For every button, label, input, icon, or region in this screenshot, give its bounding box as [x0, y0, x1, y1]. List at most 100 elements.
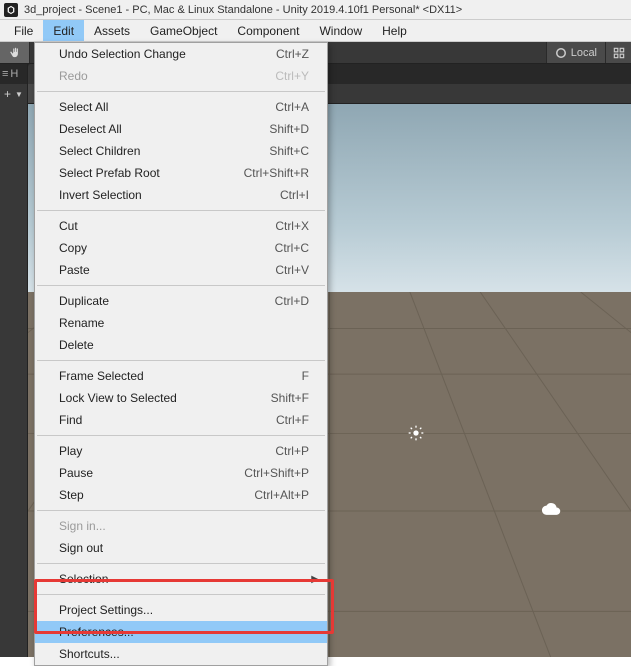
menu-item-label: Play [59, 444, 82, 458]
menu-separator [37, 210, 325, 211]
menu-separator [37, 563, 325, 564]
menu-item-undo-selection-change[interactable]: Undo Selection Change Ctrl+Z [35, 43, 327, 65]
edit-menu-dropdown: Undo Selection Change Ctrl+Z Redo Ctrl+Y Sel… [34, 42, 328, 666]
menu-gameobject[interactable]: GameObject [140, 20, 227, 41]
menu-item-shortcut: Ctrl+V [275, 263, 309, 277]
menu-item-label: Select All [59, 100, 108, 114]
menu-item-deselect-all[interactable]: Deselect All Shift+D [35, 118, 327, 140]
menu-item-label: Copy [59, 241, 87, 255]
hand-tool[interactable] [0, 42, 30, 63]
menu-item-paste[interactable]: Paste Ctrl+V [35, 259, 327, 281]
menu-item-play[interactable]: Play Ctrl+P [35, 440, 327, 462]
menu-separator [37, 594, 325, 595]
titlebar: 3d_project - Scene1 - PC, Mac & Linux St… [0, 0, 631, 20]
menu-item-shortcuts[interactable]: Shortcuts... [35, 643, 327, 665]
window-title: 3d_project - Scene1 - PC, Mac & Linux St… [24, 4, 462, 16]
menu-item-shortcut: Shift+F [271, 391, 309, 405]
hierarchy-tab[interactable]: ≡ H [0, 64, 27, 84]
menu-edit[interactable]: Edit [43, 20, 84, 41]
create-button[interactable]: + [4, 87, 11, 101]
menubar: FileEditAssetsGameObjectComponentWindowH… [0, 20, 631, 42]
menu-item-rename[interactable]: Rename [35, 312, 327, 334]
menu-item-lock-view-to-selected[interactable]: Lock View to Selected Shift+F [35, 387, 327, 409]
menu-item-label: Sign out [59, 541, 103, 555]
menu-item-shortcut: Ctrl+Shift+P [244, 466, 309, 480]
menu-item-label: Selection [59, 572, 108, 586]
menu-item-label: Select Prefab Root [59, 166, 160, 180]
menu-item-label: Undo Selection Change [59, 47, 186, 61]
menu-item-shortcut: Ctrl+Y [275, 69, 309, 83]
menu-item-shortcut: Ctrl+Alt+P [254, 488, 309, 502]
menu-item-label: Step [59, 488, 84, 502]
menu-item-select-all[interactable]: Select All Ctrl+A [35, 96, 327, 118]
menu-item-label: Redo [59, 69, 88, 83]
menu-item-shortcut: Ctrl+X [275, 219, 309, 233]
menu-help[interactable]: Help [372, 20, 417, 41]
dropdown-arrow-icon[interactable]: ▼ [15, 90, 23, 99]
menu-file[interactable]: File [4, 20, 43, 41]
menu-item-copy[interactable]: Copy Ctrl+C [35, 237, 327, 259]
menu-item-select-children[interactable]: Select Children Shift+C [35, 140, 327, 162]
menu-item-label: Sign in... [59, 519, 106, 533]
menu-item-shortcut: Shift+C [269, 144, 309, 158]
hierarchy-panel: ≡ H + ▼ [0, 64, 28, 657]
snap-toggle[interactable] [605, 42, 631, 63]
menu-item-shortcut: Ctrl+C [275, 241, 309, 255]
menu-item-shortcut: Ctrl+D [275, 294, 309, 308]
menu-item-shortcut: Ctrl+I [280, 188, 309, 202]
menu-item-label: Invert Selection [59, 188, 142, 202]
menu-item-label: Cut [59, 219, 78, 233]
menu-item-label: Project Settings... [59, 603, 153, 617]
menu-window[interactable]: Window [309, 20, 372, 41]
menu-assets[interactable]: Assets [84, 20, 140, 41]
pivot-local-toggle[interactable]: Local [546, 42, 605, 63]
menu-item-project-settings[interactable]: Project Settings... [35, 599, 327, 621]
menu-item-duplicate[interactable]: Duplicate Ctrl+D [35, 290, 327, 312]
menu-item-pause[interactable]: Pause Ctrl+Shift+P [35, 462, 327, 484]
menu-separator [37, 360, 325, 361]
menu-separator [37, 510, 325, 511]
menu-item-shortcut: F [302, 369, 309, 383]
menu-item-cut[interactable]: Cut Ctrl+X [35, 215, 327, 237]
chevron-right-icon: ▶ [311, 574, 319, 585]
menu-item-redo: Redo Ctrl+Y [35, 65, 327, 87]
menu-item-label: Frame Selected [59, 369, 144, 383]
menu-item-label: Delete [59, 338, 94, 352]
menu-separator [37, 435, 325, 436]
menu-item-shortcut: Ctrl+Z [276, 47, 309, 61]
menu-item-shortcut: Ctrl+F [276, 413, 309, 427]
menu-item-label: Deselect All [59, 122, 122, 136]
menu-item-label: Preferences... [59, 625, 134, 639]
menu-item-sign-out[interactable]: Sign out [35, 537, 327, 559]
menu-separator [37, 285, 325, 286]
menu-item-label: Lock View to Selected [59, 391, 177, 405]
menu-item-shortcut: Ctrl+Shift+R [244, 166, 309, 180]
menu-item-select-prefab-root[interactable]: Select Prefab Root Ctrl+Shift+R [35, 162, 327, 184]
menu-item-label: Find [59, 413, 82, 427]
menu-item-delete[interactable]: Delete [35, 334, 327, 356]
menu-separator [37, 91, 325, 92]
menu-item-preferences[interactable]: Preferences... [35, 621, 327, 643]
directional-light-gizmo[interactable] [408, 425, 424, 441]
menu-item-frame-selected[interactable]: Frame Selected F [35, 365, 327, 387]
unity-logo-icon [4, 3, 18, 17]
menu-item-label: Paste [59, 263, 90, 277]
menu-item-step[interactable]: Step Ctrl+Alt+P [35, 484, 327, 506]
menu-item-selection[interactable]: Selection ▶ [35, 568, 327, 590]
menu-item-shortcut: Shift+D [269, 122, 309, 136]
menu-item-label: Select Children [59, 144, 140, 158]
camera-gizmo[interactable] [541, 502, 563, 516]
menu-item-sign-in: Sign in... [35, 515, 327, 537]
menu-item-shortcut: Ctrl+P [275, 444, 309, 458]
menu-item-label: Shortcuts... [59, 647, 120, 661]
list-icon: ≡ [2, 68, 8, 80]
menu-component[interactable]: Component [227, 20, 309, 41]
menu-item-label: Pause [59, 466, 93, 480]
menu-item-label: Duplicate [59, 294, 109, 308]
hierarchy-body[interactable] [0, 104, 27, 657]
menu-item-label: Rename [59, 316, 104, 330]
menu-item-shortcut: Ctrl+A [275, 100, 309, 114]
pivot-label: Local [571, 47, 597, 59]
menu-item-find[interactable]: Find Ctrl+F [35, 409, 327, 431]
menu-item-invert-selection[interactable]: Invert Selection Ctrl+I [35, 184, 327, 206]
